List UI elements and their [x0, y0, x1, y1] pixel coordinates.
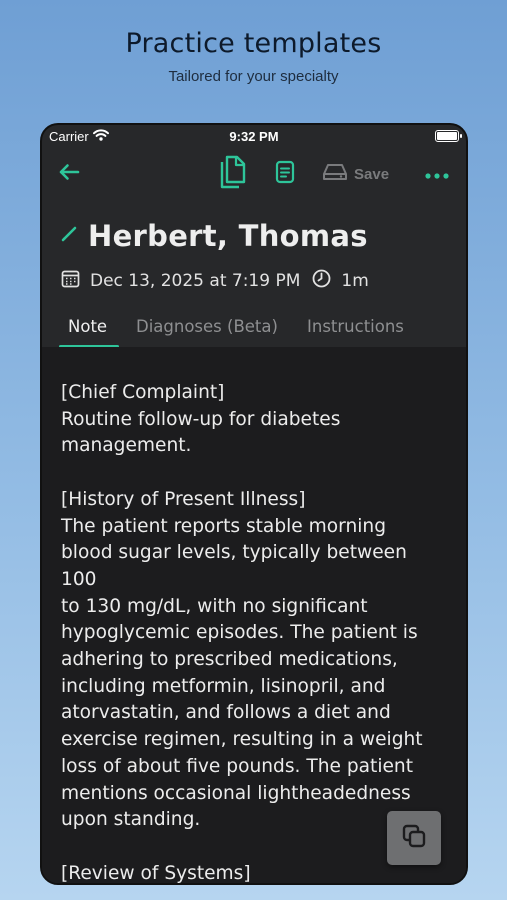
- note-duration: 1m: [341, 271, 369, 291]
- documents-button[interactable]: [216, 155, 250, 193]
- note-date: Dec 13, 2025 at 7:19 PM: [90, 271, 301, 291]
- promo-title: Practice templates: [125, 28, 382, 59]
- patient-name-row[interactable]: Herbert, Thomas: [60, 219, 368, 253]
- tab-bar: Note Diagnoses (Beta) Instructions: [42, 305, 466, 348]
- copy-icon: [401, 823, 427, 853]
- more-button[interactable]: [422, 161, 452, 187]
- status-bar: Carrier 9:32 PM: [42, 125, 466, 149]
- more-dots-icon: [424, 165, 450, 184]
- promo-subtitle: Tailored for your specialty: [168, 68, 339, 85]
- note-button[interactable]: [272, 160, 298, 188]
- toolbar: Save: [42, 155, 466, 195]
- pencil-icon[interactable]: [60, 225, 78, 247]
- calendar-icon: [61, 269, 80, 293]
- tab-instructions[interactable]: Instructions: [307, 317, 404, 336]
- back-button[interactable]: [56, 161, 82, 187]
- battery-icon: [435, 130, 462, 142]
- arrow-left-icon: [58, 163, 80, 185]
- note-body-text[interactable]: [Chief Complaint] Routine follow-up for …: [61, 380, 448, 883]
- tab-note[interactable]: Note: [68, 317, 107, 336]
- note-icon: [275, 160, 295, 188]
- note-content[interactable]: [Chief Complaint] Routine follow-up for …: [42, 347, 466, 883]
- tab-diagnoses[interactable]: Diagnoses (Beta): [136, 317, 278, 336]
- documents-icon: [218, 154, 248, 194]
- save-label: Save: [354, 165, 390, 183]
- save-button[interactable]: Save: [322, 161, 389, 187]
- patient-name: Herbert, Thomas: [88, 219, 368, 253]
- drive-icon: [322, 162, 348, 186]
- device-screen: Carrier 9:32 PM Save Herbert, Thomas Dec…: [40, 123, 468, 885]
- clock-icon: [312, 269, 331, 293]
- status-time: 9:32 PM: [229, 129, 279, 144]
- copy-button[interactable]: [387, 811, 441, 865]
- note-meta: Dec 13, 2025 at 7:19 PM 1m: [61, 269, 369, 293]
